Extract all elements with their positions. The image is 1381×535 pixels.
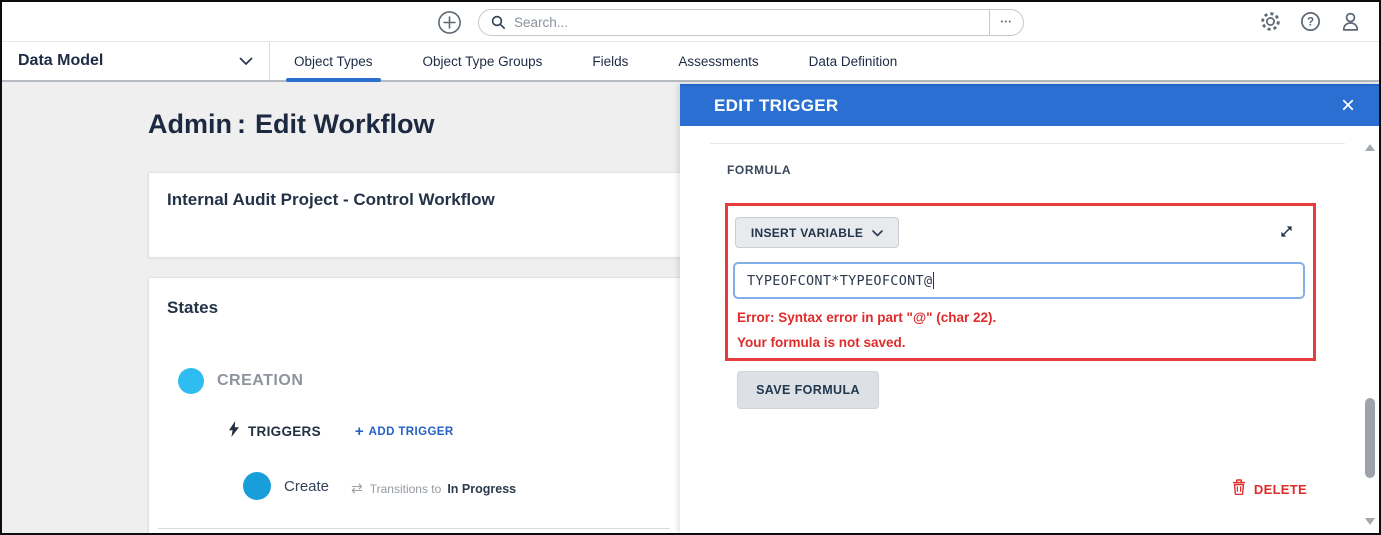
tab-object-types[interactable]: Object Types [292, 52, 375, 71]
formula-input[interactable]: TYPEOFCONT*TYPEOFCONT@ [733, 262, 1305, 299]
data-model-dropdown[interactable]: Data Model [2, 42, 270, 80]
save-formula-button[interactable]: SAVE FORMULA [737, 371, 879, 409]
edit-trigger-title: EDIT TRIGGER [714, 96, 839, 116]
trigger-create-dot[interactable] [243, 472, 271, 500]
formula-error-highlight-box: INSERT VARIABLE TYPEOFCONT*TYP [725, 203, 1316, 361]
workflow-name: Internal Audit Project - Control Workflo… [167, 190, 495, 210]
delete-label: DELETE [1254, 482, 1307, 497]
state-creation-dot[interactable] [178, 368, 204, 394]
triggers-row: TRIGGERS + ADD TRIGGER [228, 421, 454, 442]
save-formula-label: SAVE FORMULA [756, 383, 860, 397]
help-glyph: ? [1307, 16, 1314, 29]
triggers-heading: TRIGGERS [248, 424, 321, 439]
formula-not-saved-message: Your formula is not saved. [737, 335, 906, 350]
tab-assessments[interactable]: Assessments [676, 52, 760, 71]
formula-value: TYPEOFCONT*TYPEOFCONT@ [747, 273, 932, 289]
page-title-prefix: Admin [148, 109, 232, 139]
page-title-separator: : [237, 109, 246, 139]
transition-info: ⇄ Transitions to In Progress [351, 480, 516, 497]
nav-tabs: Object Types Object Type Groups Fields A… [292, 42, 899, 80]
search-bar: ••• [478, 9, 1024, 36]
transition-label: Transitions to [370, 482, 442, 496]
page-title-text: Edit Workflow [255, 109, 435, 139]
scroll-down-arrow[interactable] [1365, 518, 1375, 525]
panel-divider [710, 143, 1345, 144]
top-bar: ••• ? [2, 2, 1379, 42]
trigger-create-label[interactable]: Create [284, 478, 329, 495]
top-right-icons: ? [1260, 11, 1361, 32]
panel-scrollbar[interactable] [1364, 136, 1376, 527]
expand-icon[interactable] [1278, 223, 1295, 240]
app-window: ••• ? [0, 0, 1381, 535]
scrollbar-thumb[interactable] [1365, 398, 1375, 478]
edit-trigger-panel: EDIT TRIGGER × FORMULA INSERT VARIABLE [680, 84, 1379, 533]
help-icon[interactable]: ? [1300, 11, 1321, 32]
text-caret [933, 272, 934, 289]
transition-target: In Progress [447, 482, 516, 496]
states-heading: States [167, 298, 218, 318]
state-creation-label[interactable]: CREATION [217, 372, 303, 390]
plus-icon: + [355, 423, 364, 440]
add-trigger-label: ADD TRIGGER [369, 426, 454, 438]
tab-data-definition[interactable]: Data Definition [807, 52, 900, 71]
nav-bar: Data Model Object Types Object Type Grou… [2, 42, 1379, 82]
chevron-down-icon [872, 224, 883, 242]
formula-label: FORMULA [727, 163, 791, 177]
tab-object-type-groups[interactable]: Object Type Groups [421, 52, 545, 71]
gear-icon[interactable] [1260, 11, 1281, 32]
lightning-icon [228, 421, 240, 442]
insert-variable-button[interactable]: INSERT VARIABLE [735, 217, 899, 248]
trash-icon [1232, 479, 1246, 500]
add-icon[interactable] [437, 10, 462, 35]
formula-error-message: Error: Syntax error in part "@" (char 22… [737, 310, 996, 325]
edit-trigger-header: EDIT TRIGGER × [680, 84, 1379, 126]
scroll-up-arrow[interactable] [1365, 144, 1375, 151]
delete-trigger-button[interactable]: DELETE [1232, 479, 1307, 500]
search-input[interactable] [506, 15, 989, 30]
search-options-button[interactable]: ••• [989, 10, 1023, 35]
user-icon[interactable] [1340, 11, 1361, 32]
close-icon[interactable]: × [1337, 94, 1359, 118]
add-trigger-button[interactable]: + ADD TRIGGER [355, 423, 454, 440]
chevron-down-icon [239, 57, 253, 66]
states-card: States CREATION TRIGGERS + ADD TRIGGER C… [148, 277, 682, 535]
data-model-dropdown-label: Data Model [18, 52, 103, 70]
search-icon [491, 15, 506, 30]
states-card-divider [158, 528, 670, 529]
insert-variable-label: INSERT VARIABLE [751, 226, 863, 240]
tab-fields[interactable]: Fields [590, 52, 630, 71]
page-title: Admin: Edit Workflow [148, 109, 435, 140]
workflow-card: Internal Audit Project - Control Workflo… [148, 172, 682, 258]
edit-trigger-body: FORMULA INSERT VARIABLE [680, 126, 1379, 533]
transition-arrows-icon: ⇄ [351, 480, 363, 497]
